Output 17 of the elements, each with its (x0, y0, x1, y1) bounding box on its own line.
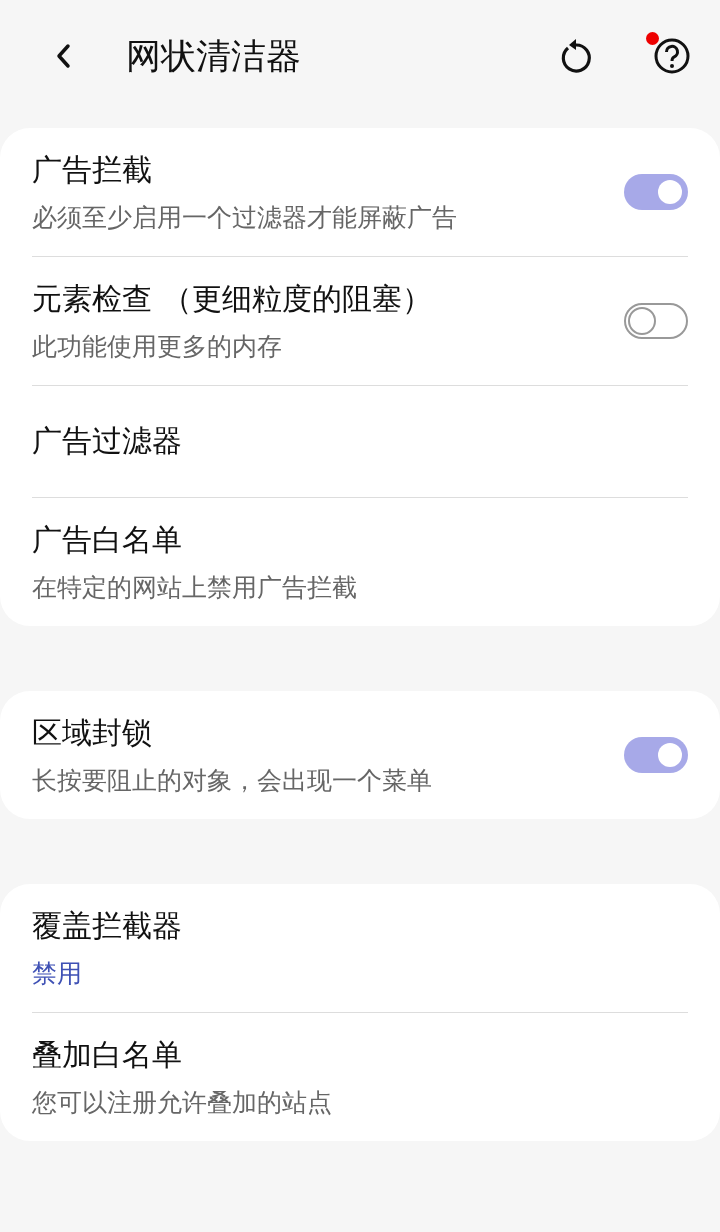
toggle-switch[interactable] (624, 737, 688, 773)
toggle-switch[interactable] (624, 303, 688, 339)
setting-title[interactable]: 元素检查 （更细粒度的阻塞） (32, 279, 624, 320)
setting-title[interactable]: 区域封锁 (32, 713, 624, 754)
setting-title[interactable]: 广告过滤器 (32, 421, 688, 462)
setting-title[interactable]: 广告拦截 (32, 150, 624, 191)
page-title: 网状清洁器 (126, 34, 302, 78)
setting-description: 在特定的网站上禁用广告拦截 (32, 572, 358, 604)
setting-description: 此功能使用更多的内存 (32, 331, 283, 363)
setting-title[interactable]: 广告白名单 (32, 520, 688, 561)
setting-title[interactable]: 覆盖拦截器 (32, 906, 688, 947)
setting-description: 您可以注册允许叠加的站点 (32, 1087, 333, 1119)
setting-description: 必须至少启用一个过滤器才能屏蔽广告 (32, 202, 458, 234)
setting-value: 禁用 (32, 958, 83, 990)
setting-title[interactable]: 叠加白名单 (32, 1035, 688, 1076)
toggle-switch[interactable] (624, 174, 688, 210)
setting-description: 长按要阻止的对象，会出现一个菜单 (32, 765, 433, 797)
